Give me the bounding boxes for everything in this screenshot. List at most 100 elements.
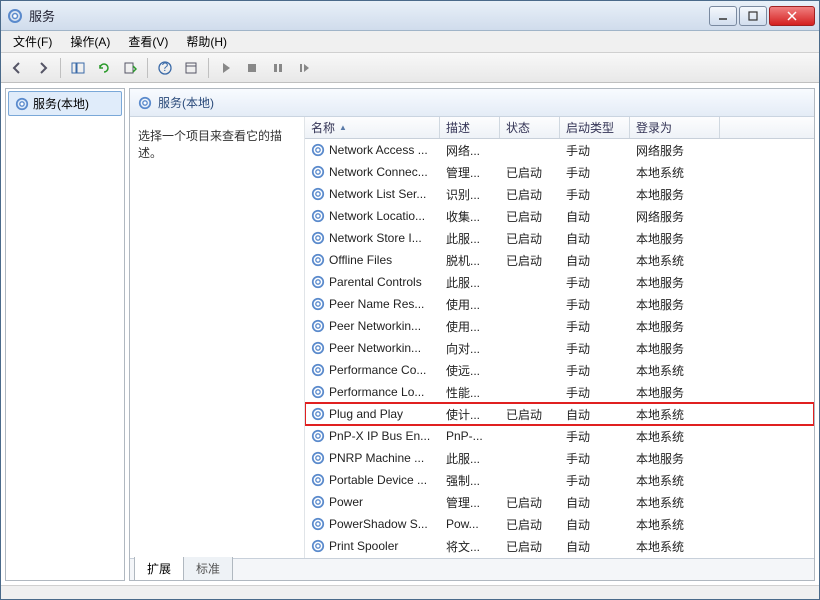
service-startup-cell: 手动 [560,450,630,467]
service-name-cell: Print Spooler [305,539,440,553]
service-logon-cell: 本地服务 [630,318,720,335]
service-row[interactable]: Network Access ...网络...手动网络服务 [305,139,814,161]
service-row[interactable]: PnP-X IP Bus En...PnP-...手动本地系统 [305,425,814,447]
column-status[interactable]: 状态 [500,117,560,138]
service-startup-cell: 自动 [560,516,630,533]
service-name-cell: Offline Files [305,253,440,267]
service-logon-cell: 本地系统 [630,516,720,533]
service-row[interactable]: Performance Co...使远...手动本地系统 [305,359,814,381]
gear-icon [15,97,29,111]
service-name-cell: Network Access ... [305,143,440,157]
tab-extended[interactable]: 扩展 [134,557,184,581]
tab-standard[interactable]: 标准 [183,557,233,581]
gear-icon [311,297,325,311]
service-row[interactable]: Peer Networkin...向对...手动本地服务 [305,337,814,359]
gear-icon [311,517,325,531]
service-row[interactable]: Network List Ser...识别...已启动手动本地服务 [305,183,814,205]
service-startup-cell: 自动 [560,494,630,511]
back-button[interactable] [5,56,29,80]
toolbar: ? [1,53,819,83]
column-logon[interactable]: 登录为 [630,117,720,138]
service-row[interactable]: Print Spooler将文...已启动自动本地系统 [305,535,814,557]
service-row[interactable]: PNRP Machine ...此服...手动本地服务 [305,447,814,469]
service-status-cell: 已启动 [500,230,560,247]
service-row[interactable]: Portable Device ...强制...手动本地系统 [305,469,814,491]
service-row[interactable]: Network Locatio...收集...已启动自动网络服务 [305,205,814,227]
service-row[interactable]: Network Connec...管理...已启动手动本地系统 [305,161,814,183]
column-description[interactable]: 描述 [440,117,500,138]
view-tabs: 扩展 标准 [130,558,814,580]
gear-icon [311,341,325,355]
gear-icon [311,165,325,179]
service-desc-cell: 强制... [440,472,500,489]
maximize-button[interactable] [739,6,767,26]
menu-view[interactable]: 查看(V) [120,31,176,52]
service-desc-cell: 使用... [440,296,500,313]
gear-icon [311,451,325,465]
service-status-cell: 已启动 [500,538,560,555]
gear-icon [138,96,152,110]
service-row[interactable]: Parental Controls此服...手动本地服务 [305,271,814,293]
service-name-cell: Peer Name Res... [305,297,440,311]
main-area: 服务(本地) 服务(本地) 选择一个项目来查看它的描述。 名称▲ 描述 状态 启… [1,83,819,585]
menu-action[interactable]: 操作(A) [62,31,118,52]
service-startup-cell: 手动 [560,274,630,291]
column-startup[interactable]: 启动类型 [560,117,630,138]
service-desc-cell: PnP-... [440,429,500,443]
stop-service-button[interactable] [240,56,264,80]
tree-panel: 服务(本地) [5,88,125,581]
service-row[interactable]: Plug and Play使计...已启动自动本地系统 [305,403,814,425]
refresh-button[interactable] [92,56,116,80]
service-row[interactable]: Peer Networkin...使用...手动本地服务 [305,315,814,337]
export-list-button[interactable] [118,56,142,80]
forward-button[interactable] [31,56,55,80]
gear-icon [311,363,325,377]
show-hide-tree-button[interactable] [66,56,90,80]
start-service-button[interactable] [214,56,238,80]
service-status-cell: 已启动 [500,516,560,533]
service-startup-cell: 自动 [560,230,630,247]
service-logon-cell: 本地服务 [630,450,720,467]
minimize-button[interactable] [709,6,737,26]
service-logon-cell: 本地系统 [630,428,720,445]
service-startup-cell: 手动 [560,318,630,335]
service-row[interactable]: Power管理...已启动自动本地系统 [305,491,814,513]
column-name[interactable]: 名称▲ [305,117,440,138]
service-row[interactable]: Offline Files脱机...已启动自动本地系统 [305,249,814,271]
properties-button[interactable] [179,56,203,80]
service-desc-cell: 识别... [440,186,500,203]
service-name-cell: Network Connec... [305,165,440,179]
service-name-cell: Parental Controls [305,275,440,289]
service-logon-cell: 本地服务 [630,340,720,357]
gear-icon [311,275,325,289]
service-startup-cell: 手动 [560,384,630,401]
tree-node-services-local[interactable]: 服务(本地) [8,91,122,116]
restart-service-button[interactable] [292,56,316,80]
pause-service-button[interactable] [266,56,290,80]
service-startup-cell: 手动 [560,142,630,159]
menu-help[interactable]: 帮助(H) [178,31,235,52]
service-row[interactable]: Network Store I...此服...已启动自动本地服务 [305,227,814,249]
service-name-cell: PNRP Machine ... [305,451,440,465]
gear-icon [311,385,325,399]
service-row[interactable]: Peer Name Res...使用...手动本地服务 [305,293,814,315]
service-name-cell: PowerShadow S... [305,517,440,531]
service-row[interactable]: PowerShadow S...Pow...已启动自动本地系统 [305,513,814,535]
titlebar: 服务 [1,1,819,31]
service-startup-cell: 自动 [560,252,630,269]
service-logon-cell: 本地系统 [630,164,720,181]
service-name-cell: Performance Co... [305,363,440,377]
menu-file[interactable]: 文件(F) [5,31,60,52]
service-desc-cell: 脱机... [440,252,500,269]
gear-icon [311,187,325,201]
gear-icon [311,407,325,421]
service-status-cell: 已启动 [500,252,560,269]
window-title: 服务 [29,6,709,25]
gear-icon [311,143,325,157]
statusbar [1,585,819,599]
help-button[interactable]: ? [153,56,177,80]
service-row[interactable]: Performance Lo...性能...手动本地服务 [305,381,814,403]
service-logon-cell: 本地服务 [630,186,720,203]
close-button[interactable] [769,6,815,26]
list-rows[interactable]: Network Access ...网络...手动网络服务Network Con… [305,139,814,558]
